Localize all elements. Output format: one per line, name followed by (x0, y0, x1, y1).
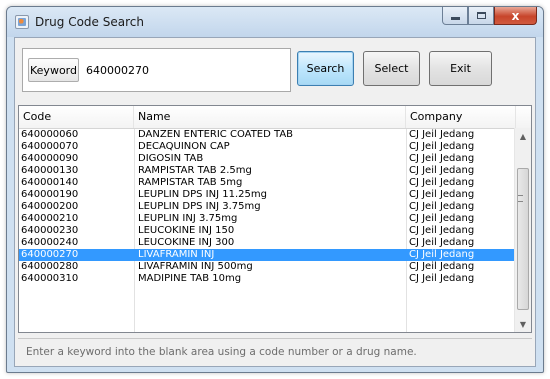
table-row[interactable]: 640000060 DANZEN ENTERIC COATED TAB CJ Jei… (19, 129, 515, 141)
cell-code: 640000310 (21, 273, 79, 284)
status-hint: Enter a keyword into the blank area usin… (18, 338, 532, 364)
table-row[interactable]: 640000140 RAMPISTAR TAB 5mg CJ Jeil Jedang (19, 177, 515, 189)
title-bar[interactable]: Drug Code Search x (7, 7, 543, 37)
table-row[interactable]: 640000310 MADIPINE TAB 10mg CJ Jeil Jedang (19, 273, 515, 285)
cell-name: LEUCOKINE INJ 300 (138, 237, 235, 248)
cell-name: MADIPINE TAB 10mg (138, 273, 242, 284)
table-row[interactable]: 640000130 RAMPISTAR TAB 2.5mg CJ Jeil Jeda… (19, 165, 515, 177)
cell-name: LEUPLIN DPS INJ 3.75mg (138, 201, 261, 212)
cell-code: 640000280 (21, 261, 79, 272)
cell-company: CJ Jeil Jedang (409, 177, 475, 188)
cell-company: CJ Jeil Jedang (409, 213, 475, 224)
results-grid[interactable]: Code Name Company 640000060 DANZEN ENTERI… (18, 105, 532, 333)
cell-name: LEUPLIN DPS INJ 11.25mg (138, 189, 267, 200)
vertical-scrollbar[interactable]: ▲ ▼ (514, 128, 531, 332)
cell-company: CJ Jeil Jedang (409, 249, 475, 260)
table-row[interactable]: 640000200 LEUPLIN DPS INJ 3.75mg CJ Jeil J… (19, 201, 515, 213)
grid-header: Code Name Company (19, 106, 531, 129)
close-icon: x (511, 8, 520, 23)
caption-buttons: x (442, 7, 537, 27)
cell-code: 640000240 (21, 237, 79, 248)
search-button[interactable]: Search (297, 51, 354, 86)
cell-code: 640000210 (21, 213, 79, 224)
column-header-name[interactable]: Name (134, 106, 406, 128)
table-row[interactable]: 640000240 LEUCOKINE INJ 300 CJ Jeil Jedang (19, 237, 515, 249)
cell-name: DECAQUINON CAP (138, 141, 230, 152)
cell-code: 640000090 (21, 153, 79, 164)
cell-company: CJ Jeil Jedang (409, 165, 475, 176)
cell-name: DANZEN ENTERIC COATED TAB (138, 129, 294, 140)
drug-code-search-window: Drug Code Search x Keyword Search Select… (6, 6, 544, 373)
chevron-down-icon[interactable]: ▼ (515, 316, 531, 332)
minimize-icon (450, 17, 460, 20)
close-button[interactable]: x (494, 7, 537, 25)
cell-company: CJ Jeil Jedang (409, 261, 475, 272)
cell-company: CJ Jeil Jedang (409, 225, 475, 236)
cell-company: CJ Jeil Jedang (409, 201, 475, 212)
chevron-up-icon[interactable]: ▲ (515, 128, 531, 144)
cell-company: CJ Jeil Jedang (409, 237, 475, 248)
cell-code: 640000060 (21, 129, 79, 140)
cell-code: 640000140 (21, 177, 79, 188)
cell-name: LEUPLIN INJ 3.75mg (138, 213, 238, 224)
cell-code: 640000190 (21, 189, 79, 200)
table-row[interactable]: 640000190 LEUPLIN DPS INJ 11.25mg CJ Jeil … (19, 189, 515, 201)
search-box: Keyword (22, 48, 291, 92)
column-header-code[interactable]: Code (19, 106, 134, 128)
cell-name: DIGOSIN TAB (138, 153, 204, 164)
table-row[interactable]: 640000280 LIVAFRAMIN INJ 500mg CJ Jeil Jed… (19, 261, 515, 273)
grid-rows: 640000060 DANZEN ENTERIC COATED TAB CJ Jei… (19, 129, 515, 285)
cell-company: CJ Jeil Jedang (409, 153, 475, 164)
cell-code: 640000130 (21, 165, 79, 176)
cell-company: CJ Jeil Jedang (409, 141, 475, 152)
cell-name: RAMPISTAR TAB 5mg (138, 177, 243, 188)
cell-name: LIVAFRAMIN INJ 500mg (138, 261, 253, 272)
client-area: Keyword Search Select Exit Code Name Com… (14, 37, 536, 367)
cell-code: 640000200 (21, 201, 79, 212)
keyword-input[interactable] (81, 57, 283, 83)
cell-company: CJ Jeil Jedang (409, 273, 475, 284)
minimize-button[interactable] (442, 7, 468, 25)
cell-name: LEUCOKINE INJ 150 (138, 225, 235, 236)
keyword-label: Keyword (28, 58, 79, 82)
column-header-company[interactable]: Company (406, 106, 516, 128)
pill-app-icon[interactable] (15, 15, 29, 29)
cell-code: 640000070 (21, 141, 79, 152)
select-button[interactable]: Select (363, 51, 420, 86)
table-row[interactable]: 640000070 DECAQUINON CAP CJ Jeil Jedang (19, 141, 515, 153)
cell-name: LIVAFRAMIN INJ (138, 249, 215, 260)
exit-button[interactable]: Exit (429, 51, 492, 86)
table-row[interactable]: 640000090 DIGOSIN TAB CJ Jeil Jedang (19, 153, 515, 165)
cell-name: RAMPISTAR TAB 2.5mg (138, 165, 252, 176)
cell-company: CJ Jeil Jedang (409, 129, 475, 140)
table-row[interactable]: 640000230 LEUCOKINE INJ 150 CJ Jeil Jedang (19, 225, 515, 237)
scrollbar-grip-icon (518, 195, 523, 202)
maximize-button[interactable] (468, 7, 494, 25)
maximize-icon (476, 12, 486, 19)
cell-code: 640000230 (21, 225, 79, 236)
table-row[interactable]: 640000210 LEUPLIN INJ 3.75mg CJ Jeil Jedan… (19, 213, 515, 225)
scrollbar-thumb[interactable] (517, 168, 529, 310)
cell-company: CJ Jeil Jedang (409, 189, 475, 200)
cell-code: 640000270 (21, 249, 79, 260)
table-row[interactable]: 640000270 LIVAFRAMIN INJ CJ Jeil Jedang (19, 249, 515, 261)
window-title: Drug Code Search (35, 15, 144, 29)
